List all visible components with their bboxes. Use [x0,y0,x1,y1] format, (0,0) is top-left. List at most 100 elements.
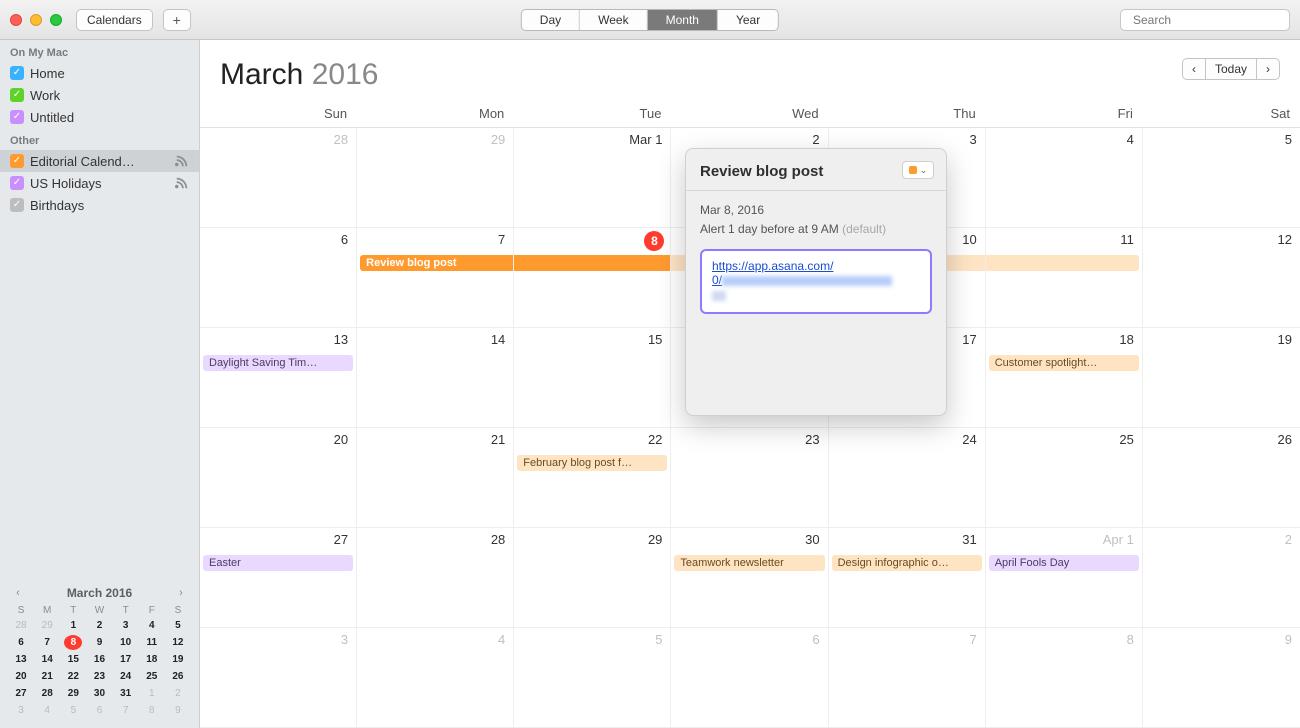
day-cell[interactable]: 31Design infographic o… [829,528,986,628]
mini-day[interactable]: 4 [38,703,56,718]
day-cell[interactable]: 7Review blog post [357,228,514,328]
day-cell[interactable]: 29 [357,128,514,228]
day-cell[interactable]: 30Teamwork newsletter [671,528,828,628]
day-cell[interactable]: 12 [1143,228,1300,328]
search-field[interactable] [1120,9,1290,31]
view-year[interactable]: Year [718,10,778,30]
sidebar-calendar-item[interactable]: ✓US Holidays [0,172,199,194]
mini-day[interactable]: 24 [117,669,135,684]
day-cell[interactable]: 5 [1143,128,1300,228]
day-cell[interactable]: 3 [200,628,357,728]
mini-day[interactable]: 16 [90,652,108,667]
event-popover[interactable]: Review blog post ⌄ Mar 8, 2016 Alert 1 d… [685,148,947,416]
day-cell[interactable]: 5 [514,628,671,728]
day-cell[interactable]: 25 [986,428,1143,528]
day-cell[interactable]: 6 [671,628,828,728]
calendar-event[interactable] [986,255,1139,271]
mini-day[interactable]: 26 [169,669,187,684]
day-cell[interactable]: 8 [986,628,1143,728]
calendar-event[interactable]: Design infographic o… [832,555,982,571]
day-cell[interactable]: 18Customer spotlight… [986,328,1143,428]
mini-day[interactable]: 29 [64,686,82,701]
day-cell[interactable]: 24 [829,428,986,528]
calendar-checkbox[interactable]: ✓ [10,154,24,168]
day-cell[interactable]: 14 [357,328,514,428]
mini-day[interactable]: 31 [117,686,135,701]
day-cell[interactable]: 27Easter [200,528,357,628]
calendar-checkbox[interactable]: ✓ [10,88,24,102]
mini-day[interactable]: 28 [12,618,30,633]
mini-day[interactable]: 6 [90,703,108,718]
mini-day[interactable]: 8 [143,703,161,718]
mini-day[interactable]: 1 [143,686,161,701]
event-calendar-selector[interactable]: ⌄ [902,161,934,179]
event-url-link-2[interactable]: 0/ [712,273,722,287]
calendar-checkbox[interactable]: ✓ [10,198,24,212]
calendar-event[interactable]: Review blog post [360,255,513,271]
event-alert[interactable]: Alert 1 day before at 9 AM (default) [700,220,932,239]
day-cell[interactable]: 7 [829,628,986,728]
today-button[interactable]: Today [1206,58,1256,80]
mini-prev-month[interactable]: ‹ [10,585,26,601]
mini-day[interactable]: 14 [38,652,56,667]
calendar-event[interactable] [514,255,670,271]
day-cell[interactable]: Apr 1April Fools Day [986,528,1143,628]
day-cell[interactable]: 11 [986,228,1143,328]
sidebar-calendar-item[interactable]: ✓Work [0,84,199,106]
mini-day[interactable]: 19 [169,652,187,667]
view-month[interactable]: Month [648,10,718,30]
calendar-event[interactable]: Teamwork newsletter [674,555,824,571]
mini-day[interactable]: 29 [38,618,56,633]
day-cell[interactable]: 6 [200,228,357,328]
sidebar-calendar-item[interactable]: ✓Editorial Calend… [0,150,199,172]
mini-next-month[interactable]: › [173,585,189,601]
sidebar-calendar-item[interactable]: ✓Birthdays [0,194,199,216]
event-url-field[interactable]: https://app.asana.com/ 0/ [700,249,932,314]
mini-day[interactable]: 11 [143,635,161,650]
day-cell[interactable]: 8 [514,228,671,328]
day-cell[interactable]: 4 [986,128,1143,228]
sidebar-calendar-item[interactable]: ✓Untitled [0,106,199,128]
event-url-link[interactable]: https://app.asana.com/ [712,259,833,273]
minimize-window-icon[interactable] [30,14,42,26]
day-cell[interactable]: 22February blog post f… [514,428,671,528]
day-cell[interactable]: 20 [200,428,357,528]
mini-day[interactable]: 2 [90,618,108,633]
mini-day[interactable]: 7 [38,635,56,650]
maximize-window-icon[interactable] [50,14,62,26]
mini-day[interactable]: 2 [169,686,187,701]
day-cell[interactable]: Mar 1 [514,128,671,228]
mini-day[interactable]: 3 [117,618,135,633]
add-event-button[interactable] [163,9,191,31]
calendar-event[interactable]: Daylight Saving Tim… [203,355,353,371]
mini-day[interactable]: 20 [12,669,30,684]
day-cell[interactable]: 28 [200,128,357,228]
mini-day[interactable]: 15 [64,652,82,667]
calendars-button[interactable]: Calendars [76,9,153,31]
day-cell[interactable]: 9 [1143,628,1300,728]
calendar-event[interactable]: February blog post f… [517,455,667,471]
calendar-event[interactable]: Customer spotlight… [989,355,1139,371]
day-cell[interactable]: 4 [357,628,514,728]
calendar-event[interactable]: Easter [203,555,353,571]
day-cell[interactable]: 13Daylight Saving Tim… [200,328,357,428]
mini-day[interactable]: 7 [117,703,135,718]
mini-day[interactable]: 21 [38,669,56,684]
calendar-checkbox[interactable]: ✓ [10,66,24,80]
mini-day[interactable]: 5 [169,618,187,633]
next-month-button[interactable]: › [1256,58,1280,80]
mini-day[interactable]: 22 [64,669,82,684]
mini-day[interactable]: 27 [12,686,30,701]
day-cell[interactable]: 23 [671,428,828,528]
sidebar-calendar-item[interactable]: ✓Home [0,62,199,84]
mini-day[interactable]: 1 [64,618,82,633]
calendar-event[interactable]: April Fools Day [989,555,1139,571]
mini-day[interactable]: 30 [90,686,108,701]
mini-day[interactable]: 13 [12,652,30,667]
prev-month-button[interactable]: ‹ [1182,58,1206,80]
calendar-checkbox[interactable]: ✓ [10,110,24,124]
day-cell[interactable]: 21 [357,428,514,528]
mini-day[interactable]: 18 [143,652,161,667]
event-date[interactable]: Mar 8, 2016 [700,201,932,220]
mini-day[interactable]: 9 [169,703,187,718]
